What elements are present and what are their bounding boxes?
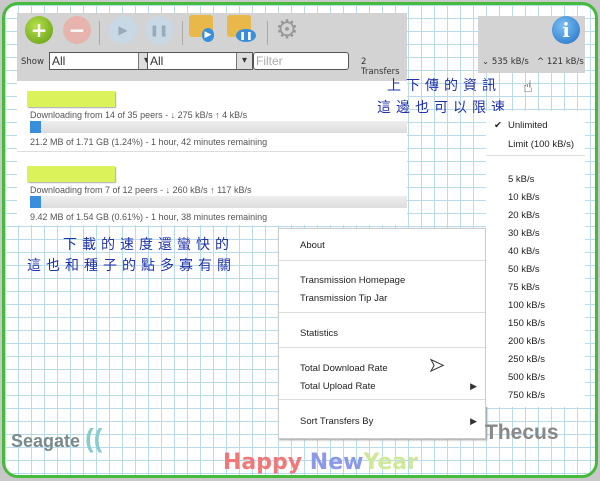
download-rate[interactable]: ⌄ 535 kB/s [482,57,529,67]
rate-submenu: ✔ Unlimited Limit (100 kB/s) 5 kB/s 10 kB… [486,111,585,407]
pause-button[interactable]: ❚❚ [145,16,173,44]
submenu-arrow-icon: ▶ [470,382,477,392]
status-panel: i ⌄ 535 kB/s ^ 121 kB/s [478,16,585,73]
resume-button[interactable]: ▶ [109,16,137,44]
torrent-list: Downloading from 14 of 35 peers - ↓ 275 … [17,81,407,225]
submenu-item-unlimited[interactable]: Unlimited [508,120,548,131]
show-label: Show [21,57,44,67]
submenu-item-rate[interactable]: 10 kB/s [508,192,540,203]
about-button[interactable]: i [552,16,580,44]
progress-text: 21.2 MB of 1.71 GB (1.24%) - 1 hour, 42 … [30,137,268,147]
progress-bar [30,121,407,133]
progress-bar [30,196,407,208]
plus-icon: + [30,18,48,42]
peers-status: Downloading from 14 of 35 peers - ↓ 275 … [30,110,248,120]
submenu-item-rate[interactable]: 200 kB/s [508,336,545,347]
gear-icon: ⚙ [275,15,299,45]
checkmark-icon: ✔ [494,120,502,131]
menu-item-upload-rate[interactable]: Total Upload Rate [300,381,376,392]
chevron-down-icon: ▾ [236,53,252,69]
progress-text: 9.42 MB of 1.54 GB (0.61%) - 1 hour, 38 … [30,212,268,222]
submenu-item-rate[interactable]: 750 kB/s [508,390,545,401]
annotation: 上下傳的資訊 [387,78,501,94]
status-filter-select[interactable]: All▾ [49,52,155,70]
submenu-arrow-icon: ▶ [470,417,477,427]
transfer-count: 2 Transfers [361,57,400,77]
info-icon: i [562,18,570,42]
peers-status: Downloading from 7 of 12 peers - ↓ 260 k… [30,185,252,195]
menu-item-tipjar[interactable]: Transmission Tip Jar [300,293,387,304]
minus-icon: − [68,18,86,42]
submenu-item-rate[interactable]: 20 kB/s [508,210,540,221]
submenu-item-rate[interactable]: 75 kB/s [508,282,540,293]
submenu-item-rate[interactable]: 30 kB/s [508,228,540,239]
submenu-item-rate[interactable]: 5 kB/s [508,174,534,185]
submenu-item-rate[interactable]: 150 kB/s [508,318,545,329]
pause-icon: ❚❚ [149,23,169,37]
settings-button[interactable]: ⚙ [273,15,301,45]
folder-play-icon: ▶ [201,28,215,42]
menu-item-statistics[interactable]: Statistics [300,328,338,339]
play-icon: ▶ [118,23,128,37]
hand-cursor-icon: ☝ [523,77,533,96]
submenu-item-rate[interactable]: 500 kB/s [508,372,545,383]
submenu-item-rate[interactable]: 100 kB/s [508,300,545,311]
annotation: 這也和種子的點多寡有關 [27,258,236,274]
menu-item-homepage[interactable]: Transmission Homepage [300,275,405,286]
torrent-name-redacted [27,166,115,182]
torrent-name-redacted [27,91,115,107]
menu-item-about[interactable]: About [300,240,325,251]
submenu-item-rate[interactable]: 250 kB/s [508,354,545,365]
upload-rate[interactable]: ^ 121 kB/s [537,57,584,67]
remove-torrent-button[interactable]: − [63,16,91,44]
submenu-item-limit[interactable]: Limit (100 kB/s) [508,139,574,150]
annotation: 下載的速度還蠻快的 [63,237,234,253]
context-menu: About Transmission Homepage Transmission… [278,228,486,439]
resume-all-button[interactable]: ▶ [189,15,215,42]
mouse-pointer-icon: ➤ [428,355,445,377]
add-torrent-button[interactable]: + [25,16,53,44]
seagate-logo: Seagate (( [11,423,103,453]
tracker-filter-select[interactable]: All ▾ [147,52,253,70]
submenu-item-rate[interactable]: 40 kB/s [508,246,540,257]
happy-new-year-logo: Happy NewYear [223,450,418,475]
screenshot-frame: + − ▶ ❚❚ ▶ ❚❚ ⚙ Show All▾ All▾ Filter 2 … [2,2,598,478]
toolbar: + − ▶ ❚❚ ▶ ❚❚ ⚙ Show All▾ All▾ Filter 2 … [17,13,407,81]
thecus-logo: Thecus [485,421,559,444]
menu-item-sort[interactable]: Sort Transfers By [300,416,373,427]
menu-item-download-rate[interactable]: Total Download Rate [300,363,388,374]
pause-all-button[interactable]: ❚❚ [227,15,256,42]
filter-input[interactable]: Filter [253,52,349,70]
folder-pause-icon: ❚❚ [236,28,256,42]
submenu-item-rate[interactable]: 50 kB/s [508,264,540,275]
